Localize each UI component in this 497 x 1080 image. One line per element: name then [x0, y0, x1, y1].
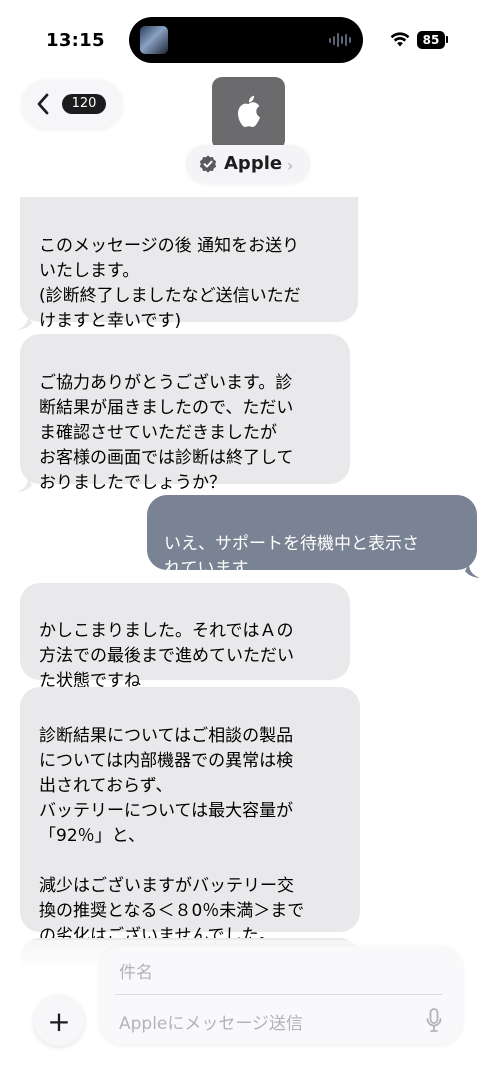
- message-bubble-incoming[interactable]: 診断結果についてはご相談の製品 については内部機器での異常は検 出されておらず、…: [20, 687, 360, 946]
- back-chevron-icon: [37, 93, 49, 115]
- back-button[interactable]: 120: [22, 80, 122, 128]
- dynamic-island[interactable]: [129, 17, 363, 63]
- now-playing-artwork: [140, 26, 168, 54]
- compose-divider: [115, 994, 442, 995]
- verified-badge-icon: [199, 155, 217, 173]
- message-bubble-incoming[interactable]: かしこまりました。それではＡの 方法での最後まで進めていただい た状態ですね: [20, 583, 350, 691]
- battery-indicator: 85: [417, 31, 445, 49]
- subject-input[interactable]: 件名: [119, 958, 153, 983]
- bubble-tail: [17, 316, 32, 330]
- message-text: ご協力ありがとうございます。診 断結果が届きましたので、ただい ま確認させていた…: [39, 373, 294, 493]
- message-input[interactable]: Appleにメッセージ送信: [119, 1009, 303, 1034]
- contact-avatar[interactable]: [212, 77, 285, 150]
- bubble-tail: [17, 478, 32, 492]
- status-time: 13:15: [46, 30, 105, 51]
- plus-icon: +: [47, 1005, 71, 1038]
- add-attachment-button[interactable]: +: [34, 996, 84, 1046]
- mic-icon[interactable]: [426, 1008, 442, 1034]
- contact-name-button[interactable]: Apple ›: [186, 145, 310, 183]
- battery-tip: [446, 36, 448, 43]
- message-bubble-outgoing[interactable]: いえ、サポートを待機中と表示さ れています。: [147, 495, 477, 579]
- apple-logo-icon: [237, 95, 260, 127]
- message-bubble-incoming[interactable]: このメッセージの後 通知をお送り いたします。 (診断終了しましたなど送信いただ…: [20, 197, 358, 331]
- wifi-icon: [390, 32, 410, 47]
- message-text: このメッセージの後 通知をお送り いたします。 (診断終了しましたなど送信いただ…: [39, 236, 301, 331]
- message-text: いえ、サポートを待機中と表示さ れています。: [164, 534, 419, 579]
- unread-count-badge: 120: [62, 94, 106, 114]
- audio-wave-icon: [329, 32, 351, 48]
- message-bubble-incoming[interactable]: ご協力ありがとうございます。診 断結果が届きましたので、ただい ま確認させていた…: [20, 334, 350, 493]
- chevron-right-icon: ›: [287, 156, 294, 175]
- message-text: かしこまりました。それではＡの 方法での最後まで進めていただい た状態ですね: [39, 621, 294, 691]
- message-text: 診断結果についてはご相談の製品 については内部機器での異常は検 出されておらず、…: [39, 726, 305, 946]
- bubble-tail: [465, 564, 480, 578]
- contact-name: Apple: [224, 153, 283, 174]
